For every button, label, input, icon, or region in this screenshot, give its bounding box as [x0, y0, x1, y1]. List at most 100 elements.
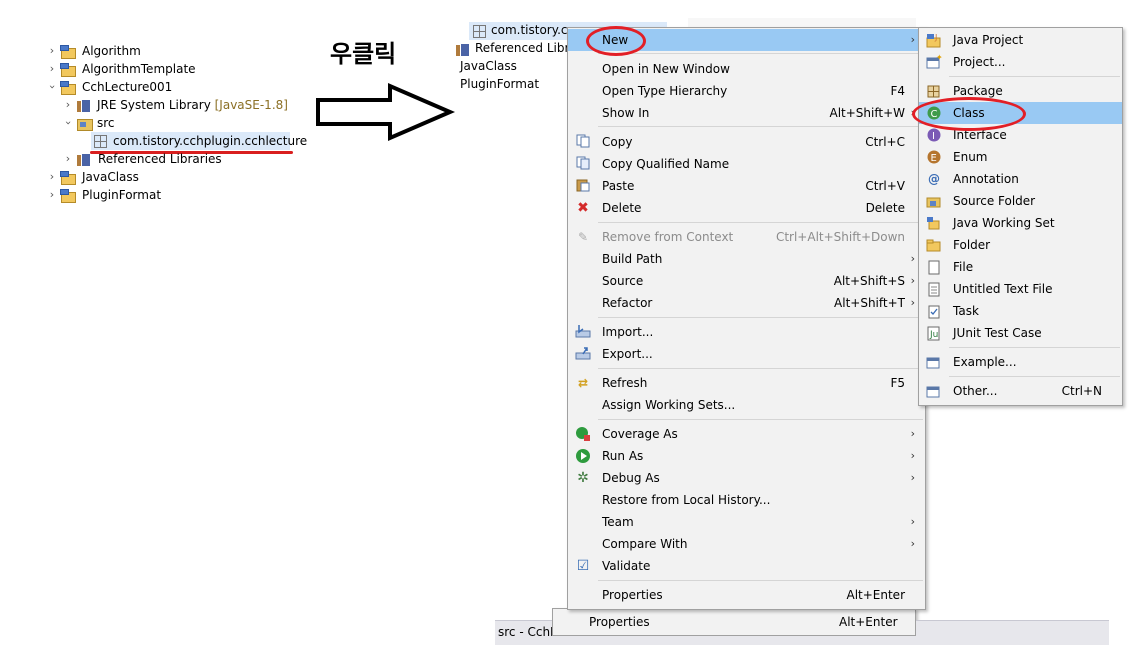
chevron-right-icon[interactable]: › — [46, 168, 58, 186]
menu-item-label: Enum — [953, 150, 988, 164]
tree-item-selected-package[interactable]: com.tistory.cchplugin.cchlecture — [91, 132, 307, 150]
menu-item-label: Example... — [953, 355, 1017, 369]
red-circle-annotation — [586, 26, 646, 56]
folder-icon — [926, 237, 942, 253]
project-icon — [60, 169, 76, 185]
chevron-right-icon[interactable]: › — [62, 96, 74, 114]
chevron-right-icon: › — [910, 33, 915, 46]
submenu-item-other[interactable]: Other... Ctrl+N — [919, 380, 1122, 402]
status-bar-text: src - CchL — [498, 625, 557, 639]
submenu-item-example[interactable]: Example... — [919, 351, 1122, 373]
menu-item-coverage-as[interactable]: Coverage As › — [568, 423, 925, 445]
menu-item-copy[interactable]: Copy Ctrl+C — [568, 131, 925, 153]
menu-item-label: Compare With — [602, 537, 688, 551]
menu-item-build-path[interactable]: Build Path › — [568, 248, 925, 270]
menu-item-label: Project... — [953, 55, 1006, 69]
interface-icon: I — [926, 127, 942, 143]
menu-item-compare-with[interactable]: Compare With › — [568, 533, 925, 555]
menu-item-team[interactable]: Team › — [568, 511, 925, 533]
menu-item-properties[interactable]: Properties Alt+Enter — [568, 584, 925, 606]
refresh-icon: ⇄ — [577, 376, 589, 390]
tree-item-label: CchLecture001 — [82, 80, 173, 94]
project-icon — [60, 187, 76, 203]
chevron-down-icon[interactable]: › — [43, 81, 61, 93]
shortcut-label: Ctrl+N — [1061, 384, 1102, 398]
menu-item-source[interactable]: Source Alt+Shift+S › — [568, 270, 925, 292]
coverage-icon — [575, 426, 591, 442]
submenu-item-file[interactable]: File — [919, 256, 1122, 278]
menu-item-open-type-hierarchy[interactable]: Open Type Hierarchy F4 — [568, 80, 925, 102]
menu-item-label: Show In — [602, 106, 650, 120]
menu-item-paste[interactable]: Paste Ctrl+V — [568, 175, 925, 197]
menu-item-refresh[interactable]: ⇄ Refresh F5 — [568, 372, 925, 394]
menu-item-label: Source — [602, 274, 644, 288]
svg-text:I: I — [932, 131, 935, 142]
chevron-down-icon[interactable]: › — [59, 117, 77, 129]
submenu-item-junit-test-case[interactable]: Ju JUnit Test Case — [919, 322, 1122, 344]
chevron-right-icon: › — [910, 296, 915, 309]
menu-item-validate[interactable]: ☑ Validate — [568, 555, 925, 577]
submenu-item-enum[interactable]: E Enum — [919, 146, 1122, 168]
menu-separator — [598, 580, 923, 581]
bg-tree-label: Referenced Librar — [475, 41, 582, 55]
submenu-item-java-project[interactable]: J Java Project — [919, 29, 1122, 51]
tree-item-label: JavaClass — [82, 170, 139, 184]
other-wizard-icon — [926, 383, 942, 399]
text-file-icon — [926, 281, 942, 297]
menu-item-label: Annotation — [953, 172, 1019, 186]
menu-item-label: Open in New Window — [602, 62, 730, 76]
tree-item-label: Referenced Libraries — [98, 152, 222, 166]
menu-item-label: Run As — [602, 449, 644, 463]
menu-item-delete[interactable]: ✖ Delete Delete — [568, 197, 925, 219]
tree-item-label: AlgorithmTemplate — [82, 62, 196, 76]
submenu-item-annotation[interactable]: @ Annotation — [919, 168, 1122, 190]
submenu-item-project[interactable]: ✦ Project... — [919, 51, 1122, 73]
paste-icon — [575, 178, 591, 194]
chevron-right-icon[interactable]: › — [46, 60, 58, 78]
menu-item-export[interactable]: Export... — [568, 343, 925, 365]
tree-item-label: JRE System Library — [97, 98, 211, 112]
bg-tree-label: com.tistory.cc — [491, 23, 575, 37]
menu-item-run-as[interactable]: Run As › — [568, 445, 925, 467]
svg-text:Ju: Ju — [929, 330, 938, 340]
menu-item-show-in[interactable]: Show In Alt+Shift+W › — [568, 102, 925, 124]
menu-separator — [598, 126, 923, 127]
submenu-item-java-working-set[interactable]: Java Working Set — [919, 212, 1122, 234]
menu-item-refactor[interactable]: Refactor Alt+Shift+T › — [568, 292, 925, 314]
menu-item-label: Export... — [602, 347, 653, 361]
example-icon — [926, 354, 942, 370]
menu-item-assign-working-sets[interactable]: Assign Working Sets... — [568, 394, 925, 416]
menu-item-label: Java Working Set — [953, 216, 1055, 230]
chevron-right-icon[interactable]: › — [46, 42, 58, 60]
submenu-item-untitled-text-file[interactable]: Untitled Text File — [919, 278, 1122, 300]
menu-item-label: Properties — [602, 588, 663, 602]
check-icon: ☑ — [576, 558, 590, 574]
submenu-item-source-folder[interactable]: Source Folder — [919, 190, 1122, 212]
annotation-icon: @ — [928, 172, 940, 186]
submenu-item-task[interactable]: Task — [919, 300, 1122, 322]
menu-item-label: Untitled Text File — [953, 282, 1053, 296]
menu-item-label: Import... — [602, 325, 654, 339]
project-icon — [60, 79, 76, 95]
junit-icon: Ju — [926, 325, 942, 341]
menu-item-debug-as[interactable]: ✲ Debug As › — [568, 467, 925, 489]
menu-separator — [949, 347, 1120, 348]
chevron-right-icon: › — [910, 515, 915, 528]
menu-item-label: Build Path — [602, 252, 663, 266]
menu-separator — [949, 376, 1120, 377]
chevron-right-icon[interactable]: › — [62, 150, 74, 168]
chevron-right-icon[interactable]: › — [46, 186, 58, 204]
menu-item-label: Copy — [602, 135, 633, 149]
menu-item-restore-local-history[interactable]: Restore from Local History... — [568, 489, 925, 511]
menu-item-copy-qualified-name[interactable]: Copy Qualified Name — [568, 153, 925, 175]
menu-item-import[interactable]: Import... — [568, 321, 925, 343]
menu-separator — [949, 76, 1120, 77]
copy-icon — [575, 134, 591, 150]
jre-version-decoration: [JavaSE-1.8] — [214, 98, 288, 112]
menu-item-open-new-window[interactable]: Open in New Window — [568, 58, 925, 80]
menu-item-remove-from-context[interactable]: ✎ Remove from Context Ctrl+Alt+Shift+Dow… — [568, 226, 925, 248]
submenu-item-folder[interactable]: Folder — [919, 234, 1122, 256]
menu-item-label: Restore from Local History... — [602, 493, 771, 507]
shortcut-label: F4 — [890, 84, 905, 98]
package-icon — [94, 135, 107, 148]
